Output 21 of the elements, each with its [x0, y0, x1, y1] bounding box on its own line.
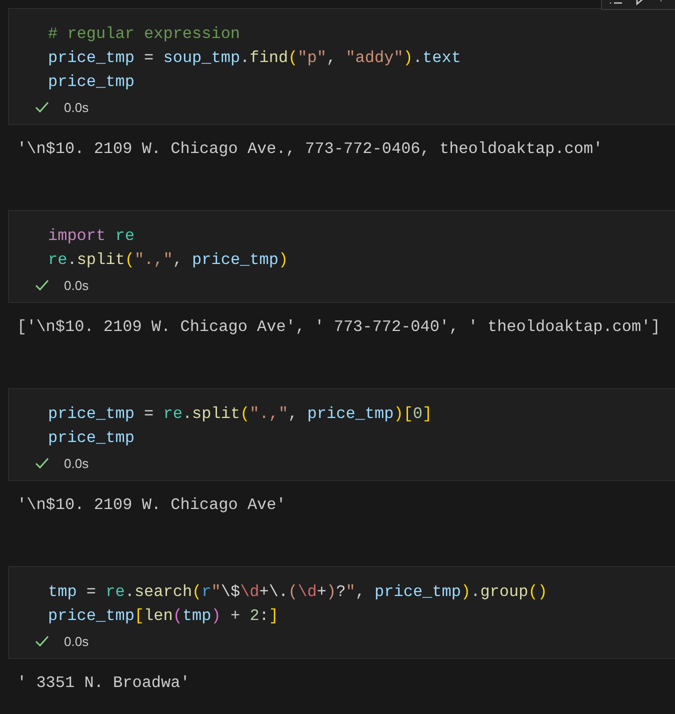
code-line: price_tmp = re.split(".,", price_tmp)[0] [47, 404, 434, 425]
code-line: price_tmp [47, 72, 136, 93]
code-cell[interactable]: import re re.split(".,", price_tmp) 0.0s [8, 210, 675, 303]
code-line: price_tmp[len(tmp) + 2:] [47, 606, 280, 627]
execution-time: 0.0s [64, 456, 89, 470]
code-line: re.split(".,", price_tmp) [47, 250, 290, 271]
code-cell[interactable]: price_tmp = re.split(".,", price_tmp)[0] price_tmp 0.0s [8, 388, 675, 481]
code-line: # regular expression [47, 24, 242, 45]
execution-time: 0.0s [64, 634, 89, 648]
cell-output: '\n$10. 2109 W. Chicago Ave' [16, 495, 287, 516]
code-line: price_tmp [47, 428, 136, 449]
code-line: tmp = re.search(r"\$\d+\.(\d+)?", price_tmp).group() [47, 582, 548, 603]
execution-time: 0.0s [64, 278, 89, 292]
execution-time: 0.0s [64, 100, 89, 114]
cell-output: '\n$10. 2109 W. Chicago Ave., 773-772-0406, theoldoaktap.com' [16, 139, 604, 160]
cell-output: ' 3351 N. Broadwa' [16, 673, 191, 694]
code-line: price_tmp = soup_tmp.find("p", "addy").text [47, 48, 462, 69]
cell-output: ['\n$10. 2109 W. Chicago Ave', ' 773-772-040', ' theoldoaktap.com'] [16, 317, 662, 338]
code-cell[interactable]: tmp = re.search(r"\$\d+\.(\d+)?", price_tmp).group() price_tmp[len(tmp) + 2:] 0.0s [8, 566, 675, 659]
code-cell[interactable]: # regular expression price_tmp = soup_tmp.find("p", "addy").text price_tmp 0.0s [8, 8, 675, 125]
code-line: import re [47, 226, 136, 247]
